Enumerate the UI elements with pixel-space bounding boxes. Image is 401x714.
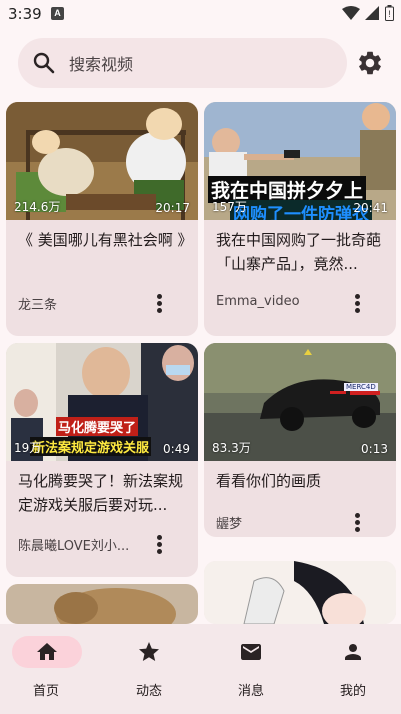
video-card[interactable] xyxy=(6,584,198,624)
video-thumbnail: 马化腾要哭了 新法案规定游戏关服 19万 0:49 xyxy=(6,343,198,461)
video-duration: 20:41 xyxy=(353,201,388,215)
thumbnail-caption: 新法案规定游戏关服 xyxy=(30,437,152,456)
video-card[interactable]: 214.6万 20:17 《 美国哪儿有黑社会啊 》 龙三条 xyxy=(6,102,198,336)
mail-icon xyxy=(241,644,261,660)
status-bar: 3:39 A ! xyxy=(0,0,401,28)
thumbnail-caption: 马化腾要哭了 xyxy=(56,417,139,436)
notification-icon: A xyxy=(51,7,64,20)
nav-label: 我的 xyxy=(339,684,366,699)
battery-icon: ! xyxy=(385,5,394,21)
view-count: 157万 xyxy=(212,200,247,214)
search-input[interactable] xyxy=(67,52,331,76)
signal-icon xyxy=(365,6,379,20)
nav-item-profile[interactable]: 我的 xyxy=(313,624,393,714)
more-options-icon[interactable] xyxy=(348,292,368,314)
status-time: 3:39 xyxy=(8,5,42,23)
settings-gear-icon[interactable] xyxy=(356,49,384,77)
nav-label: 首页 xyxy=(32,684,59,699)
person-icon xyxy=(345,644,361,660)
home-icon xyxy=(37,643,57,660)
nav-label: 动态 xyxy=(135,684,162,699)
video-thumbnail: 我在中国拼夕夕上 网购了一件防弹衣 157万 20:41 xyxy=(204,102,396,220)
video-thumbnail: MERC4D 83.3万 0:13 xyxy=(204,343,396,461)
video-author: Emma_video xyxy=(216,294,300,309)
video-title: 我在中国网购了一批奇葩「山寨产品」，竟然... xyxy=(216,231,382,273)
video-card[interactable]: 我在中国拼夕夕上 网购了一件防弹衣 157万 20:41 我在中国网购了一批奇葩… xyxy=(204,102,396,336)
nav-item-messages[interactable]: 消息 xyxy=(211,624,291,714)
video-card[interactable] xyxy=(204,561,396,624)
more-options-icon[interactable] xyxy=(150,292,170,314)
video-author: 龙三条 xyxy=(18,298,58,313)
license-plate: MERC4D xyxy=(344,383,378,391)
nav-item-dynamic[interactable]: 动态 xyxy=(109,624,189,714)
video-title: 看看你们的画质 xyxy=(216,472,322,490)
video-title: 《 美国哪儿有黑社会啊 》 xyxy=(18,231,186,249)
video-card[interactable]: MERC4D 83.3万 0:13 看看你们的画质 龌梦 xyxy=(204,343,396,537)
more-options-icon[interactable] xyxy=(150,533,170,555)
search-bar[interactable] xyxy=(18,38,347,88)
svg-text:!: ! xyxy=(388,9,391,19)
video-thumbnail xyxy=(204,561,396,624)
video-duration: 0:49 xyxy=(163,442,190,456)
more-options-icon[interactable] xyxy=(348,511,368,533)
wifi-icon xyxy=(342,6,360,20)
thumbnail-caption: 网购了一件防弹衣 xyxy=(230,200,372,220)
nav-label: 消息 xyxy=(237,684,264,699)
video-card[interactable]: 马化腾要哭了 新法案规定游戏关服 19万 0:49 马化腾要哭了！新法案规定游戏… xyxy=(6,343,198,577)
search-icon xyxy=(33,52,55,74)
view-count: 83.3万 xyxy=(212,441,251,455)
video-thumbnail xyxy=(6,584,198,624)
nav-item-home[interactable]: 首页 xyxy=(0,624,82,714)
video-author: 陈晨曦LOVE刘小... xyxy=(18,539,130,554)
video-thumbnail: 214.6万 20:17 xyxy=(6,102,198,220)
video-author: 龌梦 xyxy=(216,517,243,532)
video-title: 马化腾要哭了！新法案规定游戏关服后要对玩... xyxy=(18,472,184,514)
view-count: 214.6万 xyxy=(14,200,61,214)
star-icon xyxy=(139,642,159,661)
view-count: 19万 xyxy=(14,441,42,455)
video-duration: 20:17 xyxy=(155,201,190,215)
video-duration: 0:13 xyxy=(361,442,388,456)
bottom-navigation: 首页 动态 消息 我的 xyxy=(0,624,401,714)
